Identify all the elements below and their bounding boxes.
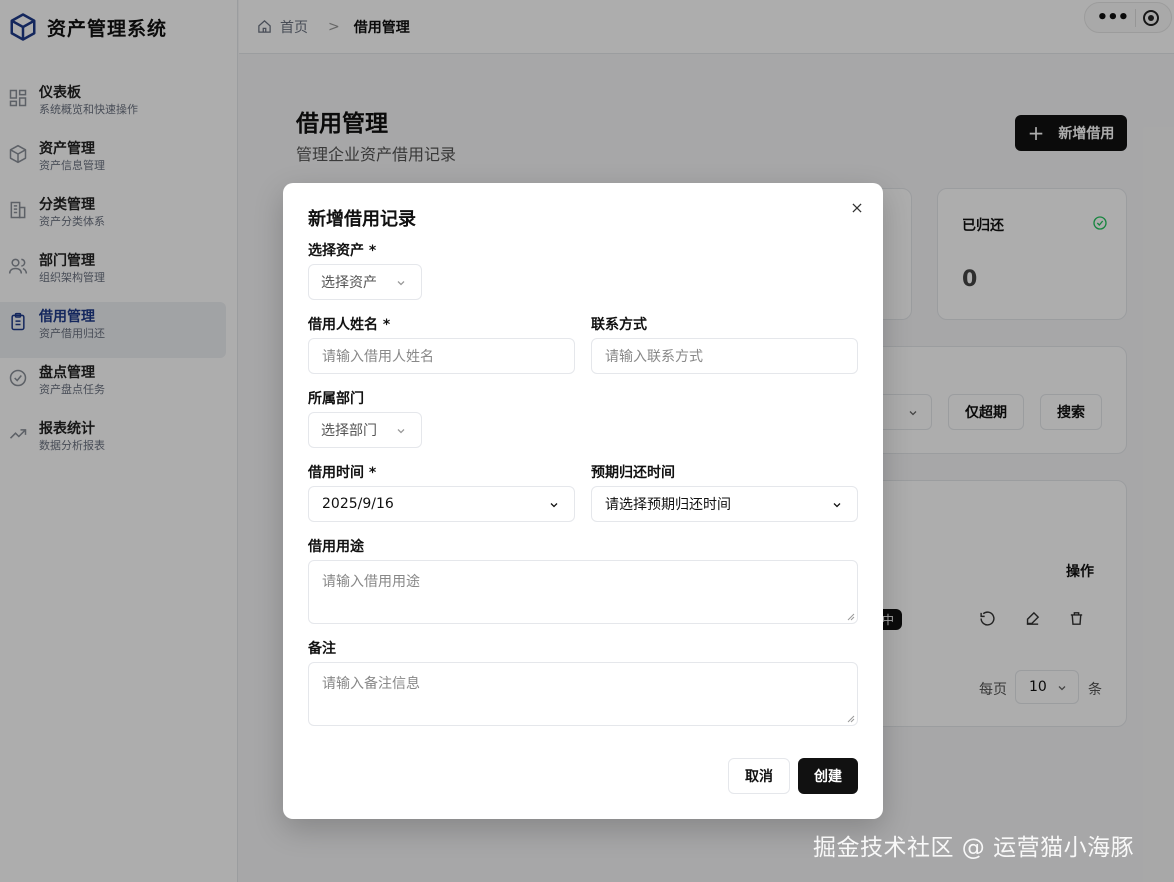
new-borrow-dialog: 新增借用记录 选择资产 * 选择资产 借用人姓名 * 请输入借用人姓名 联系方式… xyxy=(283,183,883,819)
chevron-down-icon xyxy=(397,281,405,286)
contact-label: 联系方式 xyxy=(591,317,647,333)
remarks-textarea[interactable]: 请输入备注信息 xyxy=(308,662,858,726)
cancel-button[interactable]: 取消 xyxy=(728,758,790,794)
asset-label: 选择资产 * xyxy=(308,243,377,259)
close-icon[interactable] xyxy=(850,201,864,215)
remarks-label: 备注 xyxy=(308,641,336,657)
watermark: 掘金技术社区 @ 运营猫小海豚 xyxy=(813,835,1135,861)
dialog-title: 新增借用记录 xyxy=(308,209,416,230)
asset-select[interactable]: 选择资产 xyxy=(308,264,422,300)
contact-input[interactable]: 请输入联系方式 xyxy=(591,338,858,374)
resize-grip-icon[interactable] xyxy=(847,613,855,621)
department-select[interactable]: 选择部门 xyxy=(308,412,422,448)
chevron-down-icon xyxy=(397,429,405,434)
resize-grip-icon[interactable] xyxy=(847,715,855,723)
chevron-down-icon xyxy=(550,503,558,508)
purpose-label: 借用用途 xyxy=(308,539,364,555)
chevron-down-icon xyxy=(833,503,841,508)
purpose-placeholder: 请输入借用用途 xyxy=(322,574,420,590)
borrow-time-label: 借用时间 * xyxy=(308,465,377,481)
purpose-textarea[interactable]: 请输入借用用途 xyxy=(308,560,858,624)
borrower-name-input[interactable]: 请输入借用人姓名 xyxy=(308,338,575,374)
department-label: 所属部门 xyxy=(308,391,364,407)
return-time-label: 预期归还时间 xyxy=(591,465,675,481)
create-button[interactable]: 创建 xyxy=(798,758,858,794)
department-select-value: 选择部门 xyxy=(321,423,377,439)
borrow-time-value: 2025/9/16 xyxy=(322,496,394,512)
borrower-label: 借用人姓名 * xyxy=(308,317,391,333)
return-time-value: 请选择预期归还时间 xyxy=(605,497,731,513)
borrow-time-select[interactable]: 2025/9/16 xyxy=(308,486,575,522)
asset-select-value: 选择资产 xyxy=(321,275,377,291)
return-time-select[interactable]: 请选择预期归还时间 xyxy=(591,486,858,522)
remarks-placeholder: 请输入备注信息 xyxy=(322,676,420,692)
